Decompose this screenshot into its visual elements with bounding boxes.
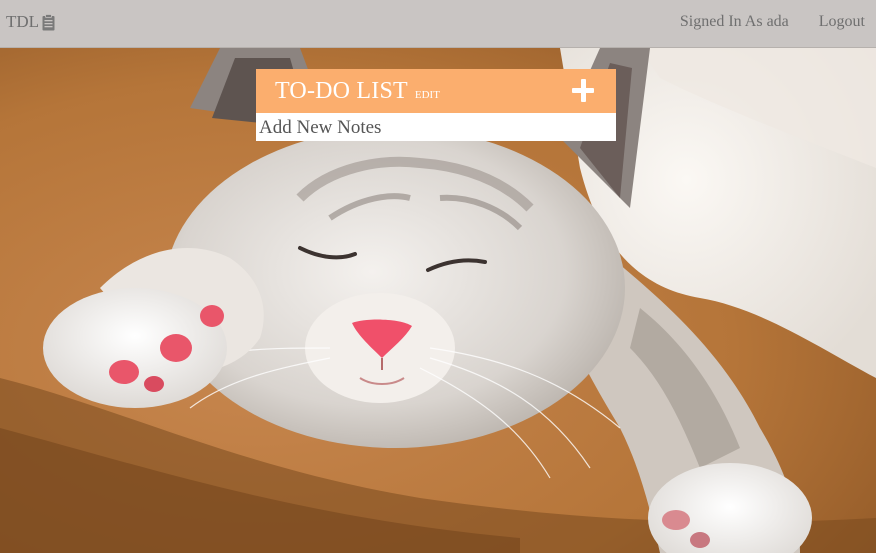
plus-icon[interactable] bbox=[572, 79, 596, 103]
todo-panel: TO-DO LIST EDIT bbox=[256, 69, 616, 141]
new-note-input[interactable] bbox=[256, 113, 616, 141]
logout-link[interactable]: Logout bbox=[819, 13, 865, 31]
todo-title: TO-DO LIST bbox=[275, 77, 408, 104]
brand-label: TDL bbox=[6, 12, 40, 31]
todo-header: TO-DO LIST EDIT bbox=[256, 69, 616, 113]
nav-right-group: Signed In As ada Logout bbox=[680, 13, 865, 31]
clipboard-icon bbox=[42, 13, 55, 31]
edit-link[interactable]: EDIT bbox=[415, 89, 440, 101]
signed-in-link[interactable]: Signed In As ada bbox=[680, 13, 789, 31]
brand-link[interactable]: TDL bbox=[6, 12, 55, 32]
top-navbar: TDL Signed In As ada Logout bbox=[0, 0, 876, 48]
